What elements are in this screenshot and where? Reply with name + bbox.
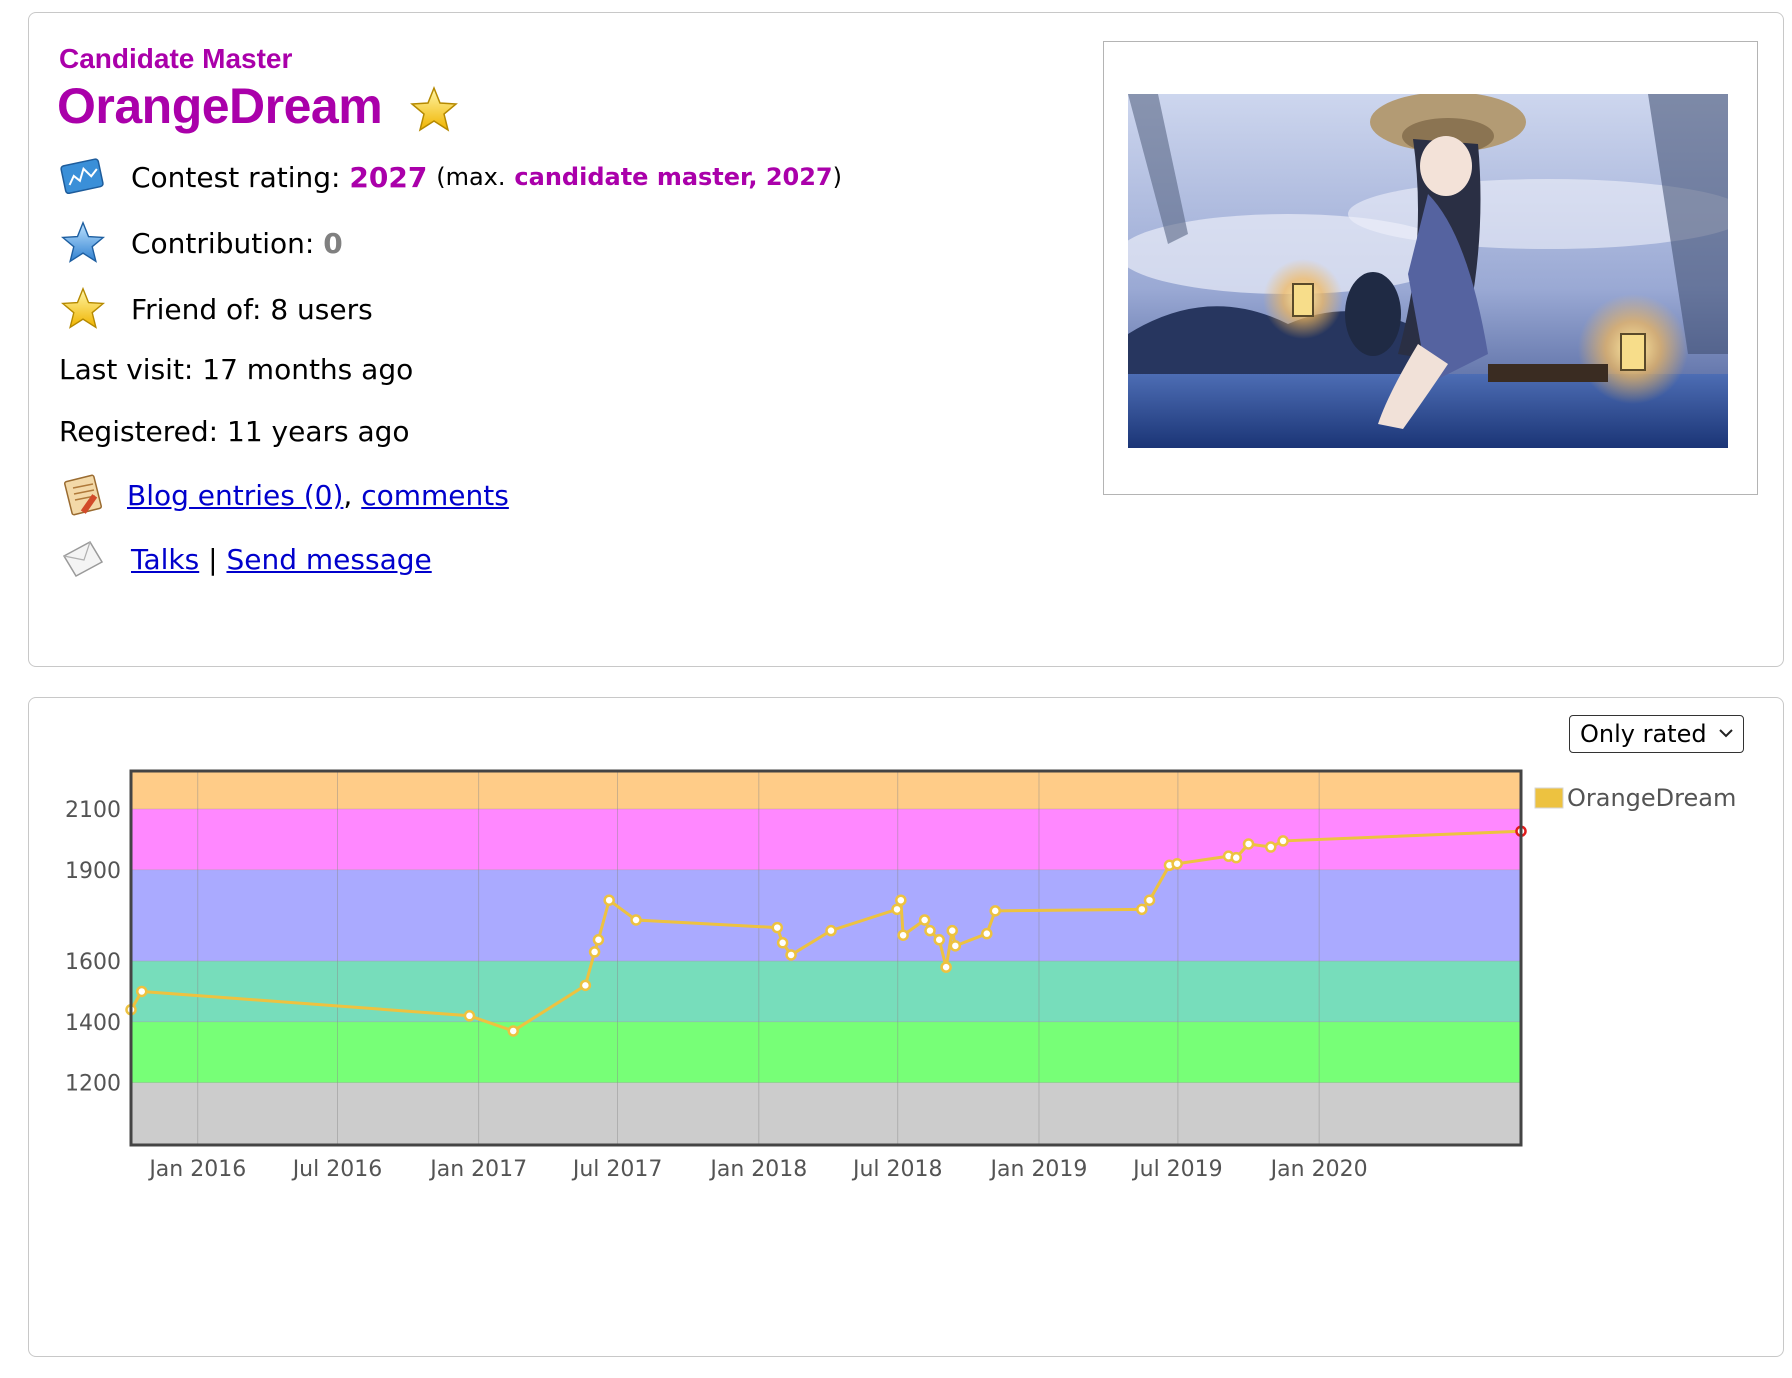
rating-graph-box: Only rated 1200 1400 1600 1900 2100 Jan 2016… xyxy=(28,697,1784,1357)
blog-row: Blog entries (0), comments xyxy=(59,471,509,519)
rating-point xyxy=(776,937,789,949)
contribution-value: 0 xyxy=(323,226,343,260)
rating-point xyxy=(1265,841,1277,853)
rating-point xyxy=(981,927,993,940)
rating-point xyxy=(603,894,615,906)
y-tick-label: 1400 xyxy=(65,1011,121,1036)
rating-point xyxy=(1230,851,1242,864)
registered-row: Registered: 11 years ago xyxy=(59,415,410,448)
blog-entries-link[interactable]: Blog entries (0) xyxy=(127,479,343,512)
rating-point xyxy=(785,949,797,961)
friend-row: Friend of: 8 users xyxy=(59,285,373,333)
profile-box: Candidate Master OrangeDream Contest rat… xyxy=(28,12,1784,667)
max-rating-value: candidate master, 2027 xyxy=(514,163,833,191)
x-tick-label: Jan 2020 xyxy=(1269,1157,1368,1182)
rating-point xyxy=(1171,857,1183,870)
x-tick-label: Jul 2017 xyxy=(571,1157,663,1182)
x-tick-label: Jul 2019 xyxy=(1131,1157,1223,1182)
legend-swatch xyxy=(1534,787,1564,809)
rating-point xyxy=(897,929,909,941)
rating-point xyxy=(949,940,962,952)
y-tick-label: 1900 xyxy=(65,859,121,884)
y-tick-label: 1600 xyxy=(65,950,121,975)
rating-chart: 1200 1400 1600 1900 2100 Jan 2016 Jul 2016 Jan… xyxy=(65,769,1736,1182)
rating-band xyxy=(131,1021,1521,1083)
rating-band xyxy=(131,771,1521,810)
rating-point xyxy=(1277,835,1289,847)
rating-value: 2027 xyxy=(349,160,428,194)
friend-label: Friend of: xyxy=(131,292,262,326)
rating-point xyxy=(135,985,148,998)
rating-point xyxy=(895,894,907,906)
avatar-frame xyxy=(1103,41,1758,495)
rating-graph-icon xyxy=(59,153,107,201)
friend-value: 8 users xyxy=(270,292,373,326)
link-separator: | xyxy=(208,542,218,576)
contribution-label: Contribution: xyxy=(131,226,315,260)
x-tick-label: Jan 2018 xyxy=(708,1157,807,1182)
rating-point xyxy=(891,903,903,916)
rating-point xyxy=(771,921,784,934)
rating-point xyxy=(989,905,1001,917)
rating-point xyxy=(1136,903,1148,916)
rating-point xyxy=(579,979,592,992)
rating-point xyxy=(825,924,837,937)
rating-point xyxy=(463,1010,476,1022)
x-tick-label: Jan 2016 xyxy=(147,1157,246,1182)
rating-point xyxy=(924,924,936,937)
last-visit-value: 17 months ago xyxy=(202,353,414,386)
blog-notepad-icon xyxy=(59,471,107,519)
rating-point xyxy=(507,1025,519,1037)
registered-label: Registered: xyxy=(59,415,219,448)
last-visit-row: Last visit: 17 months ago xyxy=(59,353,413,386)
rating-band xyxy=(131,961,1521,1022)
rating-row: Contest rating: 2027 (max. candidate mas… xyxy=(59,153,842,201)
last-visit-label: Last visit: xyxy=(59,353,194,386)
rating-point xyxy=(592,934,605,946)
talks-row: Talks | Send message xyxy=(59,535,432,583)
contribution-row: Contribution: 0 xyxy=(59,219,343,267)
rating-band xyxy=(131,1082,1521,1145)
x-tick-label: Jul 2018 xyxy=(851,1157,943,1182)
blue-star-icon xyxy=(59,219,107,267)
max-suffix: ) xyxy=(832,163,843,191)
rating-point xyxy=(588,946,601,958)
rating-label: Contest rating: xyxy=(131,160,341,194)
comma-separator: , xyxy=(343,478,362,512)
y-tick-label: 1200 xyxy=(65,1072,121,1097)
x-tick-label: Jan 2019 xyxy=(989,1157,1088,1182)
rating-point xyxy=(1242,838,1255,850)
user-rank: Candidate Master xyxy=(59,43,293,74)
legend-label: OrangeDream xyxy=(1567,784,1736,812)
star-icon xyxy=(410,85,458,132)
x-tick-label: Jan 2017 xyxy=(428,1157,527,1182)
rating-band xyxy=(131,869,1521,962)
send-message-link[interactable]: Send message xyxy=(226,543,431,576)
rating-point xyxy=(1143,894,1156,906)
registered-value: 11 years ago xyxy=(227,415,410,448)
max-prefix: (max. xyxy=(436,163,506,191)
rating-point xyxy=(940,961,952,973)
rating-point xyxy=(946,924,959,937)
rating-point xyxy=(918,914,931,926)
user-handle: OrangeDream xyxy=(57,78,383,134)
envelope-icon xyxy=(59,535,107,583)
avatar[interactable] xyxy=(1128,94,1728,448)
rating-point xyxy=(630,914,642,926)
y-tick-label: 2100 xyxy=(65,798,121,823)
talks-link[interactable]: Talks xyxy=(131,543,199,576)
x-tick-label: Jul 2016 xyxy=(291,1157,383,1182)
rating-point xyxy=(933,934,945,946)
yellow-star-icon xyxy=(59,285,107,333)
comments-link[interactable]: comments xyxy=(361,479,509,512)
